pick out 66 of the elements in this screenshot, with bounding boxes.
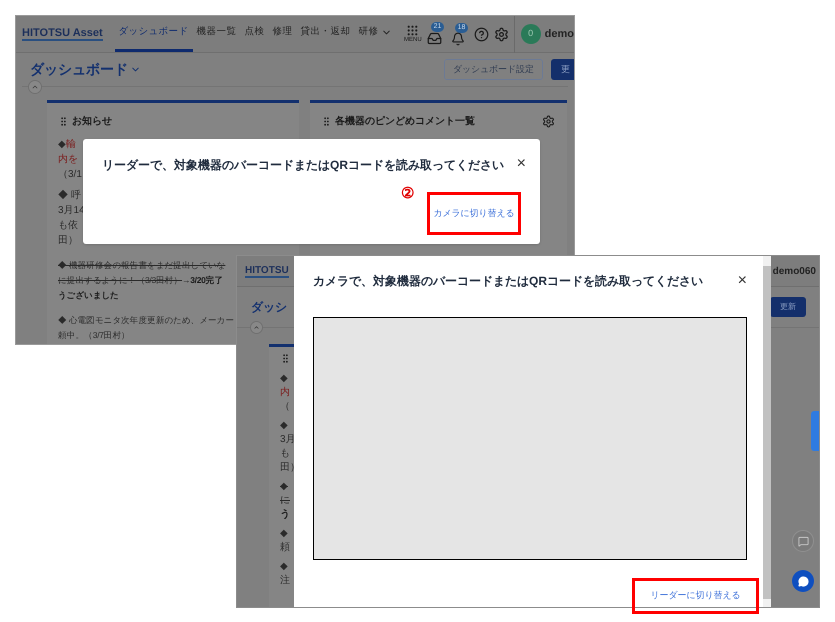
notice-text: 頼中。（3/7田村） xyxy=(58,329,130,342)
notice-text: 内を xyxy=(58,152,78,167)
notice-text: 田） xyxy=(280,461,300,475)
notice-text: 頼 xyxy=(280,541,290,555)
dialog-title: カメラで、対象機器のバーコードまたはQRコードを読み取ってください xyxy=(313,273,703,290)
close-button[interactable]: × xyxy=(516,156,526,172)
notice-text: 3月 xyxy=(280,433,296,447)
chat-button[interactable] xyxy=(792,530,814,552)
support-button[interactable] xyxy=(792,570,814,592)
logo: HITOTSU xyxy=(245,264,289,278)
notice-text: ◆ xyxy=(58,138,66,152)
nav-tab[interactable]: ダッシュボード xyxy=(114,16,193,52)
drag-handle-icon[interactable] xyxy=(58,116,69,127)
switch-link[interactable]: カメラに切り替える xyxy=(434,206,514,220)
nav-tab[interactable]: 研修 xyxy=(354,16,396,52)
settings-icon[interactable] xyxy=(542,115,555,128)
avatar[interactable]: 0 xyxy=(520,24,541,44)
nav-tab[interactable]: 修理 xyxy=(268,16,297,52)
card-title: お知らせ xyxy=(72,114,112,129)
notice-text: 内 xyxy=(280,386,290,400)
settings-icon[interactable] xyxy=(494,26,509,42)
nav-tab[interactable]: 貸出・返却 xyxy=(296,16,355,52)
notice-text: ◆ xyxy=(280,527,288,541)
help-icon[interactable] xyxy=(474,26,489,42)
notice-text: に xyxy=(280,494,290,508)
notice-text: 注 xyxy=(280,574,290,588)
page-title[interactable]: ダッシ xyxy=(251,298,287,316)
notice-text: う xyxy=(280,508,290,522)
update-button[interactable]: 更新 xyxy=(770,297,806,317)
notice-text: 田） xyxy=(58,234,78,248)
speech-bubble-icon xyxy=(798,576,808,586)
user-name: demo060 xyxy=(772,264,816,278)
scrollbar[interactable] xyxy=(763,256,771,607)
notice-text: ◆ xyxy=(280,480,288,494)
step-marker: ② xyxy=(401,184,414,204)
notice-text: 輸 xyxy=(66,138,76,152)
notice-text: も xyxy=(280,447,290,461)
notice-text: ◆ 呼 xyxy=(58,188,81,203)
drag-handle-icon[interactable] xyxy=(321,116,332,127)
inbox-icon xyxy=(426,31,442,46)
nav-tab[interactable]: 点検 xyxy=(240,16,269,52)
notice-text: ◆ xyxy=(280,419,288,433)
page-title[interactable]: ダッシュボード xyxy=(30,59,141,80)
update-button[interactable]: 更 xyxy=(551,59,574,80)
bell-icon xyxy=(450,32,465,46)
comment-icon xyxy=(798,536,808,546)
notice-text: に提出するように！（3/3田村） xyxy=(58,274,182,287)
grid-icon xyxy=(406,24,420,37)
notice-text: ◆ 心電図モニタ次年度更新のため、メーカー xyxy=(58,314,234,327)
nav-tab[interactable]: 機器一覧 xyxy=(192,16,241,52)
notice-text: （3/1 xyxy=(58,168,82,182)
card-title: 各機器のピンどめコメント一覧 xyxy=(335,114,475,129)
user-name: demo xyxy=(544,26,574,42)
notice-text: も依 xyxy=(58,219,78,233)
logo: HITOTSU Asset xyxy=(22,27,103,41)
drag-handle-icon[interactable] xyxy=(280,353,291,364)
notice-text: ◆ xyxy=(280,560,288,574)
notice-text: ◆ 機器研修会の報告書をまだ提出していな xyxy=(58,259,226,272)
notice-text: →3/20完了 xyxy=(182,274,223,287)
notice-text: ◆ xyxy=(280,372,288,386)
switch-link[interactable]: リーダーに切り替える xyxy=(650,589,740,603)
notice-text: （ xyxy=(280,400,290,414)
notice-text: うございました xyxy=(58,289,119,302)
close-button[interactable]: × xyxy=(738,273,747,289)
dialog-title: リーダーで、対象機器のバーコードまたはQRコードを読み取ってください xyxy=(102,157,504,174)
settings-button[interactable]: ダッシュボード設定 xyxy=(444,59,543,80)
